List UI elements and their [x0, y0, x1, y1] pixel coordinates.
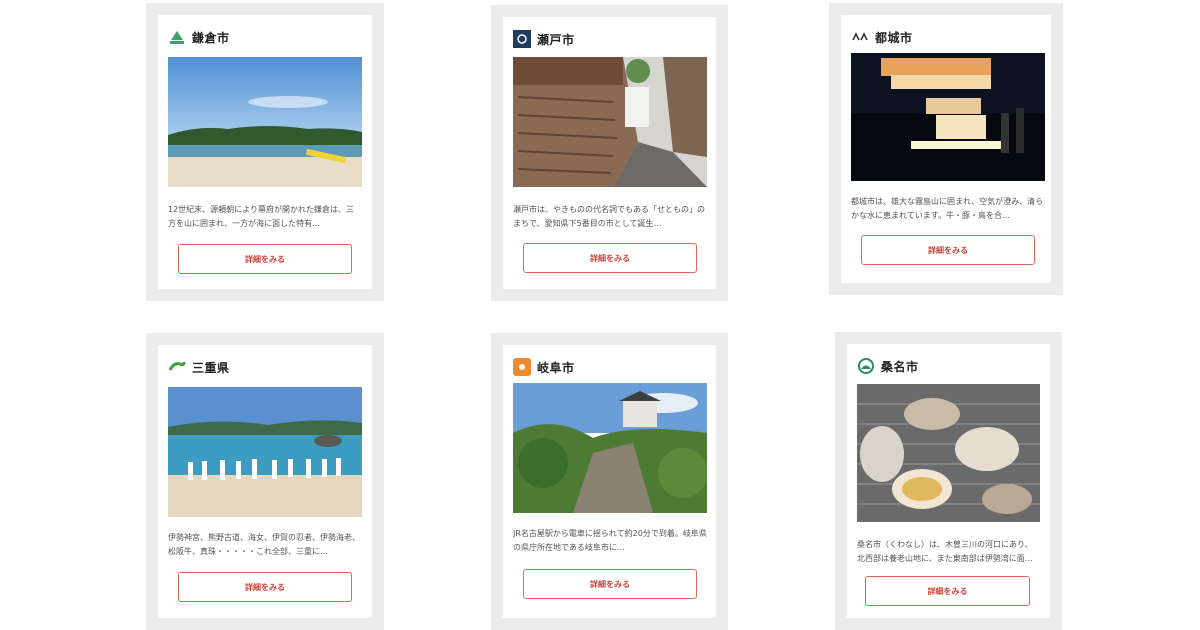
ama-divers-beach-photo	[168, 387, 362, 517]
card-description: 桑名市（くわなし）は、木曽三川の河口にあり、北西部は養老山地に、また東南部は伊勢…	[857, 540, 1033, 563]
card-header: 鎌倉市	[168, 27, 230, 47]
card-header: 岐阜市	[513, 357, 575, 377]
card-title: 瀬戸市	[537, 32, 575, 47]
municipality-card: 都城市 都城市は、雄大な霧島山に囲まれ、空気が澄み、清らかな水に恵まれています。…	[829, 3, 1063, 295]
kamakura-emblem-icon	[168, 28, 186, 46]
card-description: 伊勢神宮、熊野古道、海女、伊賀の忍者、伊勢海老、松阪牛、真珠・・・・・これ全部、…	[168, 533, 360, 556]
card-title: 桑名市	[881, 359, 919, 374]
seto-emblem-icon	[513, 30, 531, 48]
card-header: 都城市	[851, 27, 913, 47]
card-header: 桑名市	[857, 356, 919, 376]
kiln-alley-photo	[513, 57, 707, 187]
card-title: 三重県	[192, 360, 230, 375]
grilled-clams-photo	[857, 384, 1040, 522]
card-header: 三重県	[168, 357, 230, 377]
card-header: 瀬戸市	[513, 29, 575, 49]
card-title: 鎌倉市	[192, 30, 230, 45]
municipality-card: 三重県 伊勢神宮、熊野古道、海女、伊賀の忍者、伊勢海老、松阪牛、真珠・・・・・こ…	[146, 333, 384, 630]
card-body: 鎌倉市 12世紀末、源頼朝により幕府が開かれた鎌倉は、三方を山に囲まれ、一方が海…	[158, 15, 372, 289]
card-body: 都城市 都城市は、雄大な霧島山に囲まれ、空気が澄み、清らかな水に恵まれています。…	[841, 15, 1051, 283]
card-description: 12世紀末、源頼朝により幕府が開かれた鎌倉は、三方を山に囲まれ、一方が海に面した…	[168, 205, 355, 228]
gifu-castle-photo	[513, 383, 707, 513]
beach-coast-photo	[168, 57, 362, 187]
card-body: 桑名市 桑名市（くわなし）は、木曽三川の河口にあり、北西部は養老山地に、また東南…	[847, 344, 1050, 618]
night-lanterns-photo	[851, 53, 1045, 181]
card-description: JR名古屋駅から電車に揺られて約20分で到着。岐阜県の県庁所在地である岐阜市に…	[513, 529, 707, 552]
municipality-card: 桑名市 桑名市（くわなし）は、木曽三川の河口にあり、北西部は養老山地に、また東南…	[835, 332, 1062, 630]
card-body: 三重県 伊勢神宮、熊野古道、海女、伊賀の忍者、伊勢海老、松阪牛、真珠・・・・・こ…	[158, 345, 372, 618]
card-title: 都城市	[875, 30, 913, 45]
details-button[interactable]: 詳細をみる	[865, 576, 1030, 606]
card-body: 瀬戸市 瀬戸市は、やきものの代名詞でもある「せともの」のまちで、愛知県下5番目の…	[503, 17, 716, 289]
details-button[interactable]: 詳細をみる	[178, 244, 352, 274]
municipality-card: 岐阜市 JR名古屋駅から電車に揺られて約20分で到着。岐阜県の県庁所在地である岐…	[491, 333, 728, 630]
municipality-card: 瀬戸市 瀬戸市は、やきものの代名詞でもある「せともの」のまちで、愛知県下5番目の…	[491, 5, 728, 301]
details-button[interactable]: 詳細をみる	[861, 235, 1035, 265]
mie-emblem-icon	[168, 358, 186, 376]
municipality-card: 鎌倉市 12世紀末、源頼朝により幕府が開かれた鎌倉は、三方を山に囲まれ、一方が海…	[146, 3, 384, 301]
card-body: 岐阜市 JR名古屋駅から電車に揺られて約20分で到着。岐阜県の県庁所在地である岐…	[503, 345, 716, 618]
details-button[interactable]: 詳細をみる	[523, 569, 697, 599]
gifu-emblem-icon	[513, 358, 531, 376]
card-description: 都城市は、雄大な霧島山に囲まれ、空気が澄み、清らかな水に恵まれています。牛・豚・…	[851, 197, 1044, 220]
municipality-card-grid: 鎌倉市 12世紀末、源頼朝により幕府が開かれた鎌倉は、三方を山に囲まれ、一方が海…	[0, 0, 1200, 630]
miyakonojo-emblem-icon	[851, 28, 869, 46]
details-button[interactable]: 詳細をみる	[178, 572, 352, 602]
card-title: 岐阜市	[537, 360, 575, 375]
kuwana-emblem-icon	[857, 357, 875, 375]
details-button[interactable]: 詳細をみる	[523, 243, 697, 273]
card-description: 瀬戸市は、やきものの代名詞でもある「せともの」のまちで、愛知県下5番目の市として…	[513, 205, 705, 228]
